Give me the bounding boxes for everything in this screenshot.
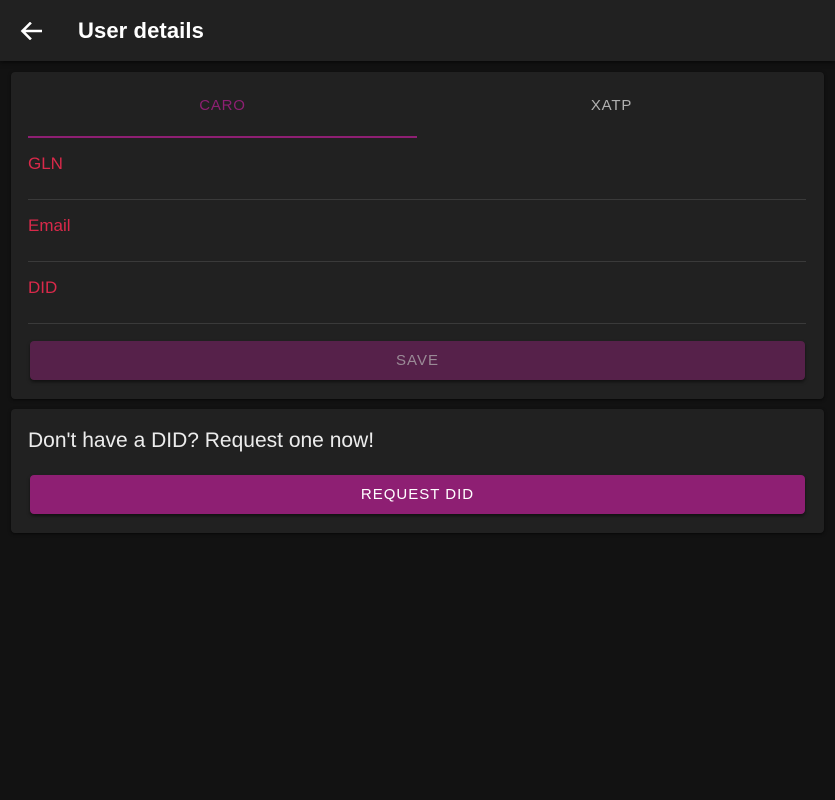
arrow-left-icon [20,21,42,40]
page-title: User details [78,17,204,43]
request-did-card: Don't have a DID? Request one now! REQUE… [11,409,824,533]
did-input[interactable] [28,262,810,325]
tab-caro[interactable]: CARO [28,72,417,138]
did-field[interactable]: DID [28,262,810,325]
email-input[interactable] [28,200,810,263]
tab-bar: CARO XATP [28,72,806,138]
back-button[interactable] [11,11,51,51]
email-field[interactable]: Email [28,200,810,263]
user-details-card: CARO XATP GLN Email DID SAVE [11,72,824,399]
request-did-button[interactable]: REQUEST DID [30,475,805,514]
save-button[interactable]: SAVE [30,341,805,380]
gln-field[interactable]: GLN [28,138,810,201]
request-did-prompt: Don't have a DID? Request one now! [28,429,375,452]
gln-input[interactable] [28,138,810,201]
tab-xatp[interactable]: XATP [417,72,806,138]
app-bar: User details [0,0,835,61]
